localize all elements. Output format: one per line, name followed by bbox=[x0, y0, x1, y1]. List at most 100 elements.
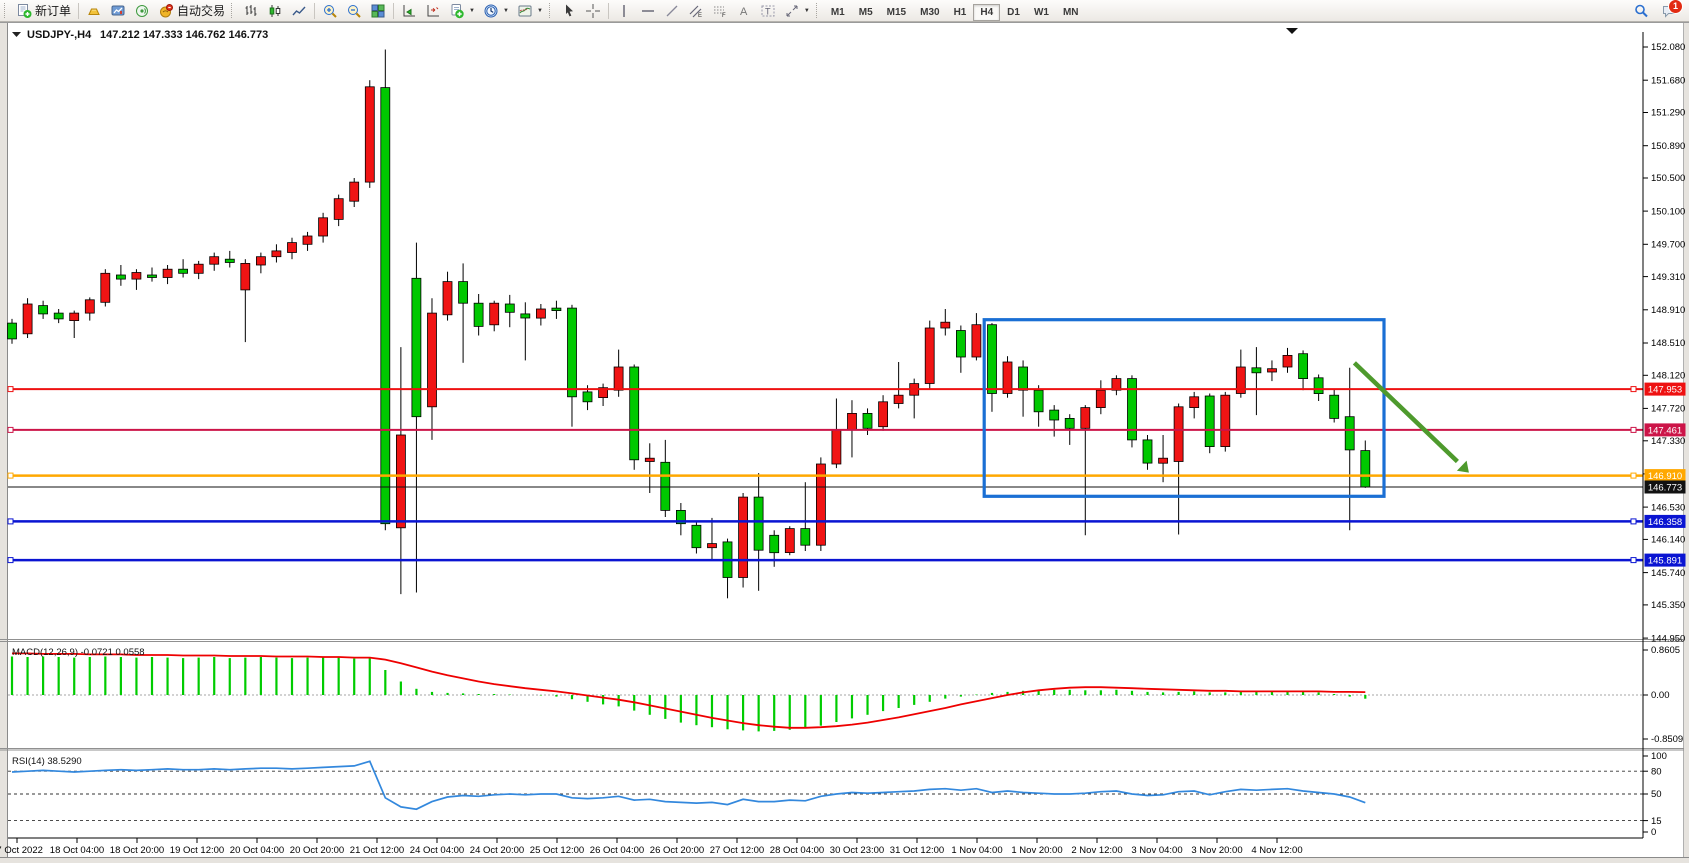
svg-text:T: T bbox=[765, 6, 771, 16]
svg-text:20 Oct 04:00: 20 Oct 04:00 bbox=[230, 845, 284, 856]
svg-text:26 Oct 04:00: 26 Oct 04:00 bbox=[590, 845, 644, 856]
zoom-in-button[interactable] bbox=[318, 0, 342, 22]
svg-text:146.358: 146.358 bbox=[1648, 517, 1682, 528]
timeframe-M15[interactable]: M15 bbox=[880, 4, 913, 21]
svg-text:24 Oct 04:00: 24 Oct 04:00 bbox=[410, 845, 464, 856]
svg-text:149.310: 149.310 bbox=[1651, 272, 1685, 283]
tile-windows-icon bbox=[370, 3, 386, 19]
svg-text:25 Oct 12:00: 25 Oct 12:00 bbox=[530, 845, 584, 856]
svg-text:31 Oct 12:00: 31 Oct 12:00 bbox=[890, 845, 944, 856]
line-chart-icon bbox=[291, 3, 307, 19]
objects-arrows-button[interactable]: ▼ bbox=[780, 0, 814, 22]
svg-text:28 Oct 04:00: 28 Oct 04:00 bbox=[770, 845, 824, 856]
horizontal-line-icon bbox=[640, 3, 656, 19]
notification-badge: 1 bbox=[1668, 0, 1683, 14]
line-chart-button[interactable] bbox=[287, 0, 311, 22]
publish-chart-icon bbox=[110, 3, 126, 19]
signals-button[interactable] bbox=[130, 0, 154, 22]
svg-text:147.330: 147.330 bbox=[1651, 436, 1685, 447]
svg-text:148.120: 148.120 bbox=[1651, 371, 1685, 382]
candlestick-button[interactable] bbox=[263, 0, 287, 22]
text-button[interactable]: A bbox=[732, 0, 756, 22]
timeframe-D1[interactable]: D1 bbox=[1000, 4, 1027, 21]
svg-text:USDJPY-,H4: USDJPY-,H4 bbox=[27, 29, 92, 41]
timeframe-M30[interactable]: M30 bbox=[913, 4, 946, 21]
svg-text:147.461: 147.461 bbox=[1648, 425, 1682, 436]
chart-shift-icon bbox=[425, 3, 441, 19]
crosshair-button[interactable] bbox=[581, 0, 605, 22]
price-tag-146.358: 146.358 bbox=[1645, 515, 1686, 528]
macd-label: MACD(12,26,9) -0.0721 0.0558 bbox=[12, 647, 145, 658]
new-order-label: 新订单 bbox=[35, 2, 71, 19]
price-chart[interactable]: MACD(12,26,9) -0.0721 0.0558RSI(14) 38.5… bbox=[0, 22, 1689, 863]
auto-trading-label: 自动交易 bbox=[177, 2, 225, 19]
gold-button[interactable] bbox=[82, 0, 106, 22]
template-icon bbox=[517, 3, 533, 19]
signals-icon bbox=[134, 3, 150, 19]
svg-text:144.950: 144.950 bbox=[1651, 633, 1685, 644]
search-icon bbox=[1633, 3, 1649, 19]
price-tag-146.910: 146.910 bbox=[1645, 469, 1686, 482]
toolbar-separator bbox=[314, 3, 315, 19]
trendline-button[interactable] bbox=[660, 0, 684, 22]
new-order-icon bbox=[16, 3, 32, 19]
timeframe-H1[interactable]: H1 bbox=[947, 4, 974, 21]
svg-text:0: 0 bbox=[1651, 827, 1656, 838]
toolbar-grip[interactable] bbox=[816, 3, 821, 18]
auto-trading-button[interactable]: 自动交易 bbox=[154, 0, 229, 22]
svg-text:21 Oct 12:00: 21 Oct 12:00 bbox=[350, 845, 404, 856]
crosshair-icon bbox=[585, 3, 601, 19]
candlestick-icon bbox=[267, 3, 283, 19]
text-icon: A bbox=[736, 3, 752, 19]
fibonacci-button[interactable]: F bbox=[708, 0, 732, 22]
templates-button[interactable]: ▼ bbox=[513, 0, 547, 22]
channel-button[interactable]: E bbox=[684, 0, 708, 22]
svg-text:3 Nov 04:00: 3 Nov 04:00 bbox=[1131, 845, 1182, 856]
price-tag-147.953: 147.953 bbox=[1645, 383, 1686, 396]
svg-text:150.500: 150.500 bbox=[1651, 173, 1685, 184]
bar-chart-button[interactable] bbox=[239, 0, 263, 22]
chart-shift-button[interactable] bbox=[421, 0, 445, 22]
publish-chart-button[interactable] bbox=[106, 0, 130, 22]
new-order-button[interactable]: 新订单 bbox=[12, 0, 75, 22]
tile-windows-button[interactable] bbox=[366, 0, 390, 22]
timeframe-M5[interactable]: M5 bbox=[852, 4, 880, 21]
svg-text:152.080: 152.080 bbox=[1651, 42, 1685, 53]
timeframe-W1[interactable]: W1 bbox=[1027, 4, 1056, 21]
svg-text:145.891: 145.891 bbox=[1648, 556, 1682, 567]
bar-chart-icon bbox=[243, 3, 259, 19]
cursor-button[interactable] bbox=[557, 0, 581, 22]
toolbar-separator bbox=[608, 3, 609, 19]
timeframe-MN[interactable]: MN bbox=[1056, 4, 1086, 21]
svg-text:146.773: 146.773 bbox=[1648, 483, 1682, 494]
svg-text:50: 50 bbox=[1651, 789, 1662, 800]
clock-icon bbox=[483, 3, 499, 19]
zoom-out-button[interactable] bbox=[342, 0, 366, 22]
auto-scroll-button[interactable] bbox=[397, 0, 421, 22]
gold-ingot-icon bbox=[86, 3, 102, 19]
svg-text:18 Oct 04:00: 18 Oct 04:00 bbox=[50, 845, 104, 856]
chart-window[interactable]: MACD(12,26,9) -0.0721 0.0558RSI(14) 38.5… bbox=[0, 22, 1689, 863]
timeframe-H4[interactable]: H4 bbox=[973, 4, 1000, 21]
search-button[interactable] bbox=[1629, 0, 1653, 22]
new-chart-icon bbox=[449, 3, 465, 19]
toolbar-grip[interactable] bbox=[4, 3, 9, 18]
toolbar-grip[interactable] bbox=[231, 3, 236, 18]
arrows-icon bbox=[784, 3, 800, 19]
svg-text:24 Oct 20:00: 24 Oct 20:00 bbox=[470, 845, 524, 856]
price-tag-147.461: 147.461 bbox=[1645, 423, 1686, 436]
svg-text:15: 15 bbox=[1651, 816, 1662, 827]
new-chart-button[interactable]: ▼ bbox=[445, 0, 479, 22]
notifications-button[interactable]: 1 bbox=[1661, 3, 1677, 19]
svg-text:F: F bbox=[722, 13, 726, 19]
svg-text:A: A bbox=[740, 6, 748, 18]
vertical-line-icon bbox=[616, 3, 632, 19]
periods-button[interactable]: ▼ bbox=[479, 0, 513, 22]
vertical-line-button[interactable] bbox=[612, 0, 636, 22]
timeframe-M1[interactable]: M1 bbox=[824, 4, 852, 21]
auto-scroll-icon bbox=[401, 3, 417, 19]
svg-text:100: 100 bbox=[1651, 751, 1667, 762]
toolbar-grip[interactable] bbox=[549, 3, 554, 18]
horizontal-line-button[interactable] bbox=[636, 0, 660, 22]
text-label-button[interactable]: T bbox=[756, 0, 780, 22]
